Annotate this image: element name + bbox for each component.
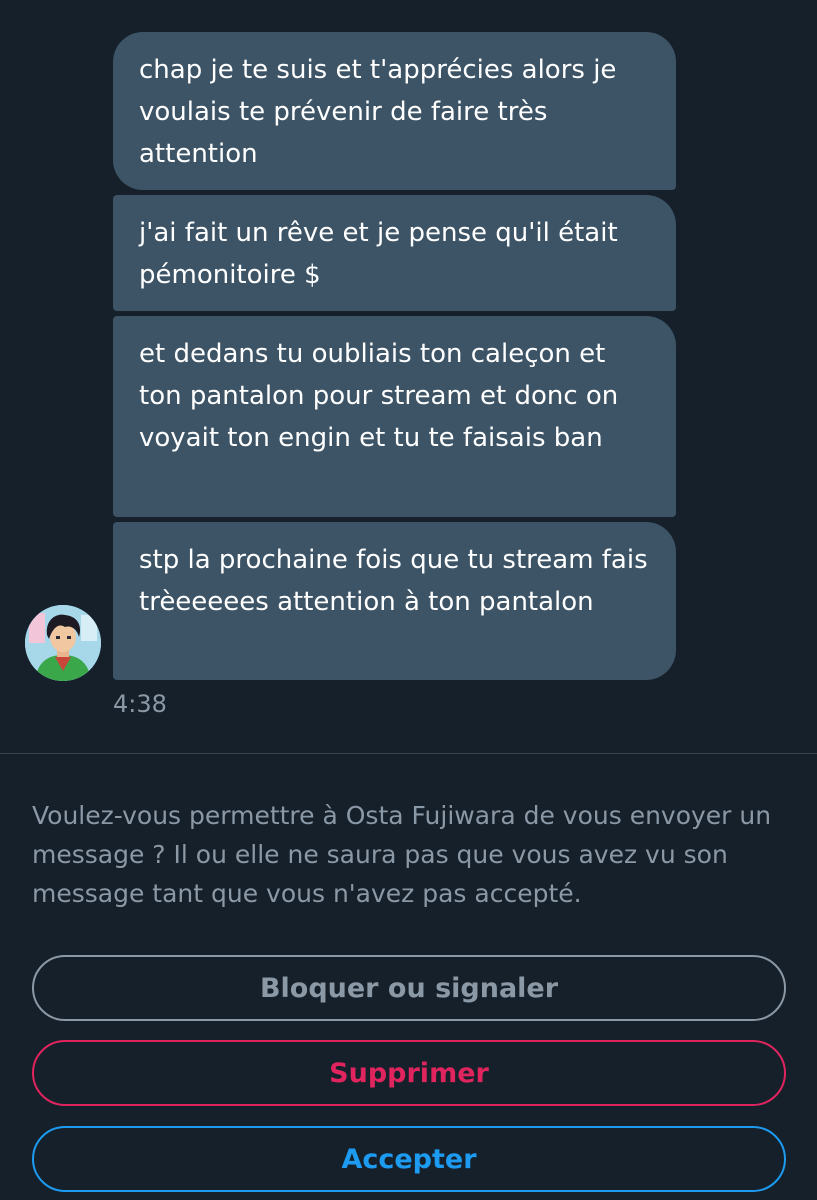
- accept-button[interactable]: Accepter: [32, 1126, 786, 1192]
- message-text: chap je te suis et t'apprécies alors je …: [139, 55, 617, 169]
- dm-conversation-screen: chap je te suis et t'apprécies alors je …: [0, 0, 817, 1200]
- message-bubble[interactable]: j'ai fait un rêve et je pense qu'il étai…: [113, 195, 676, 311]
- message-bubble[interactable]: chap je te suis et t'apprécies alors je …: [113, 32, 676, 190]
- message-timestamp: 4:38: [113, 690, 167, 718]
- message-bubble[interactable]: stp la prochaine fois que tu stream fais…: [113, 522, 676, 680]
- delete-button[interactable]: Supprimer: [32, 1040, 786, 1106]
- message-request-prompt: Voulez-vous permettre à Osta Fujiwara de…: [32, 801, 772, 908]
- sender-avatar[interactable]: [25, 605, 101, 681]
- user-avatar-icon: [25, 605, 101, 681]
- message-bubble[interactable]: et dedans tu oubliais ton caleçon et ton…: [113, 316, 676, 517]
- section-divider: [0, 753, 817, 754]
- block-or-report-button[interactable]: Bloquer ou signaler: [32, 955, 786, 1021]
- message-text: j'ai fait un rêve et je pense qu'il étai…: [139, 218, 618, 290]
- message-text: stp la prochaine fois que tu stream fais…: [139, 545, 648, 617]
- message-text: et dedans tu oubliais ton caleçon et ton…: [139, 339, 619, 453]
